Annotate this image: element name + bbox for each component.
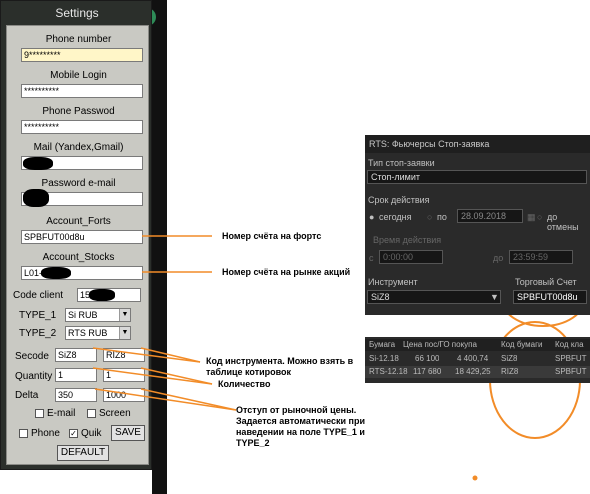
table-row[interactable]: Si-12.18 66 100 4 400,74 SiZ8 SPBFUT [365,353,590,365]
annotation-quantity: Количество [218,379,271,389]
stop-type-label: Тип стоп-заявки [368,158,435,168]
header-cell: Цена пос/ГО покупа [403,340,477,349]
mobile-login-label: Mobile Login [50,70,107,81]
table-cell: SPBFUT [555,367,587,376]
phone-password-label: Phone Passwod [42,106,115,117]
redaction-blob [89,289,115,301]
type1-value: Si RUB [68,310,98,320]
secode-label: Secode [15,351,49,362]
quantity-field-2[interactable]: 1 [103,368,145,382]
table-cell: Si-12.18 [369,354,399,363]
secode-field-2[interactable]: RIZ8 [103,348,145,362]
type2-label: TYPE_2 [19,328,57,339]
type1-select[interactable]: Si RUB ▼ [65,308,131,322]
delta-field-2[interactable]: 1000 [103,388,145,402]
time-to-field[interactable]: 23:59:59 [509,250,573,264]
secode-field-1[interactable]: SiZ8 [55,348,97,362]
header-cell: Бумага [369,340,396,349]
account-forts-label: Account_Forts [46,216,111,227]
background-app-strip [152,0,167,494]
phone-checkbox[interactable] [19,429,28,438]
mobile-login-field[interactable]: ********** [21,84,143,98]
account-forts-field[interactable]: SPBFUT00d8u [21,230,143,244]
delta-label: Delta [15,390,39,401]
instrument-label: Инструмент [368,277,418,287]
annotation-stocks: Номер счёта на рынке акций [222,267,351,277]
table-cell: RIZ8 [501,367,519,376]
validity-label: Срок действия [368,195,430,205]
table-cell: 66 100 [415,354,440,363]
settings-panel: Phone number 9********* Mobile Login ***… [6,25,149,465]
action-time-label: Время действия [373,235,442,245]
save-button[interactable]: SAVE [111,425,145,441]
redaction-blob [23,157,53,170]
screen-checkbox-label: Screen [99,408,131,419]
quotes-table: Бумага Цена пос/ГО покупа Код бумаги Код… [365,337,590,383]
table-header-row: Бумага Цена пос/ГО покупа Код бумаги Код… [365,339,590,351]
table-cell: RTS-12.18 [369,367,408,376]
chevron-down-icon[interactable]: ▼ [490,292,499,302]
type1-label: TYPE_1 [19,310,57,321]
table-row[interactable]: RTS-12.18 117 680 18 429,25 RIZ8 SPBFUT [365,366,590,378]
annotation-forts: Номер счёта на фортс [222,231,322,241]
rts-stop-order-panel: RTS: Фьючерсы Стоп-заявка Тип стоп-заявк… [365,135,590,315]
annotation-delta: Отступ от рыночной цены. Задается автома… [236,405,365,448]
quik-checkbox-label: Quik [81,428,102,439]
table-cell: SiZ8 [501,354,518,363]
table-cell: 18 429,25 [455,367,491,376]
table-cell: 117 680 [413,367,442,376]
settings-window: Settings Phone number 9********* Mobile … [0,0,152,470]
phone-number-field[interactable]: 9********* [21,48,143,62]
annotation-secode: Код инструмента. Можно взять в таблице к… [206,356,354,377]
type2-value: RTS RUB [68,328,108,338]
instrument-select[interactable]: SiZ8 [367,290,501,304]
opt-today[interactable]: сегодня [379,212,412,222]
account-stocks-label: Account_Stocks [42,252,115,263]
stop-type-select[interactable]: Стоп-лимит [367,170,587,184]
chevron-down-icon: ▼ [119,309,130,321]
quik-checkbox[interactable]: ✓ [69,429,78,438]
settings-title: Settings [55,6,99,20]
header-cell: Код кла [555,340,584,349]
until-date-field[interactable]: 28.09.2018 [457,209,523,223]
type2-select[interactable]: RTS RUB ▼ [65,326,131,340]
default-button[interactable]: DEFAULT [57,445,109,461]
redaction-blob [41,267,71,279]
account-stocks-field[interactable]: L01- [21,266,143,280]
header-cell: Код бумаги [501,340,543,349]
code-client-label: Code client [13,290,64,301]
chevron-down-icon: ▼ [119,327,130,339]
table-cell: SPBFUT [555,354,587,363]
table-cell: 4 400,74 [457,354,489,363]
time-to-label: до [493,253,504,263]
time-from-field[interactable]: 0:00:00 [379,250,443,264]
time-from-label: с [369,253,374,263]
phone-number-label: Phone number [45,34,112,45]
email-checkbox-label: E-mail [47,408,76,419]
phone-password-field[interactable]: ********** [21,120,143,134]
calendar-icon[interactable]: ▦ [527,212,536,223]
opt-cancel[interactable]: до отмены [547,212,590,232]
screen-checkbox[interactable] [87,409,96,418]
radio-icon[interactable]: ○ [427,212,432,222]
delta-field-1[interactable]: 350 [55,388,97,402]
email-checkbox[interactable] [35,409,44,418]
password-email-label: Password e-mail [41,178,116,189]
account-label: Торговый Счет [515,277,577,287]
radio-selected-icon[interactable]: ● [369,212,374,222]
quantity-label: Quantity [15,371,53,382]
quantity-field-1[interactable]: 1 [55,368,97,382]
redaction-blob [23,189,49,207]
phone-checkbox-label: Phone [31,428,60,439]
account-field[interactable]: SPBFUT00d8u [513,290,587,304]
rts-panel-title: RTS: Фьючерсы Стоп-заявка [365,135,590,153]
radio-icon[interactable]: ○ [537,212,542,222]
opt-until[interactable]: по [437,212,447,222]
mail-label: Mail (Yandex,Gmail) [33,142,124,153]
